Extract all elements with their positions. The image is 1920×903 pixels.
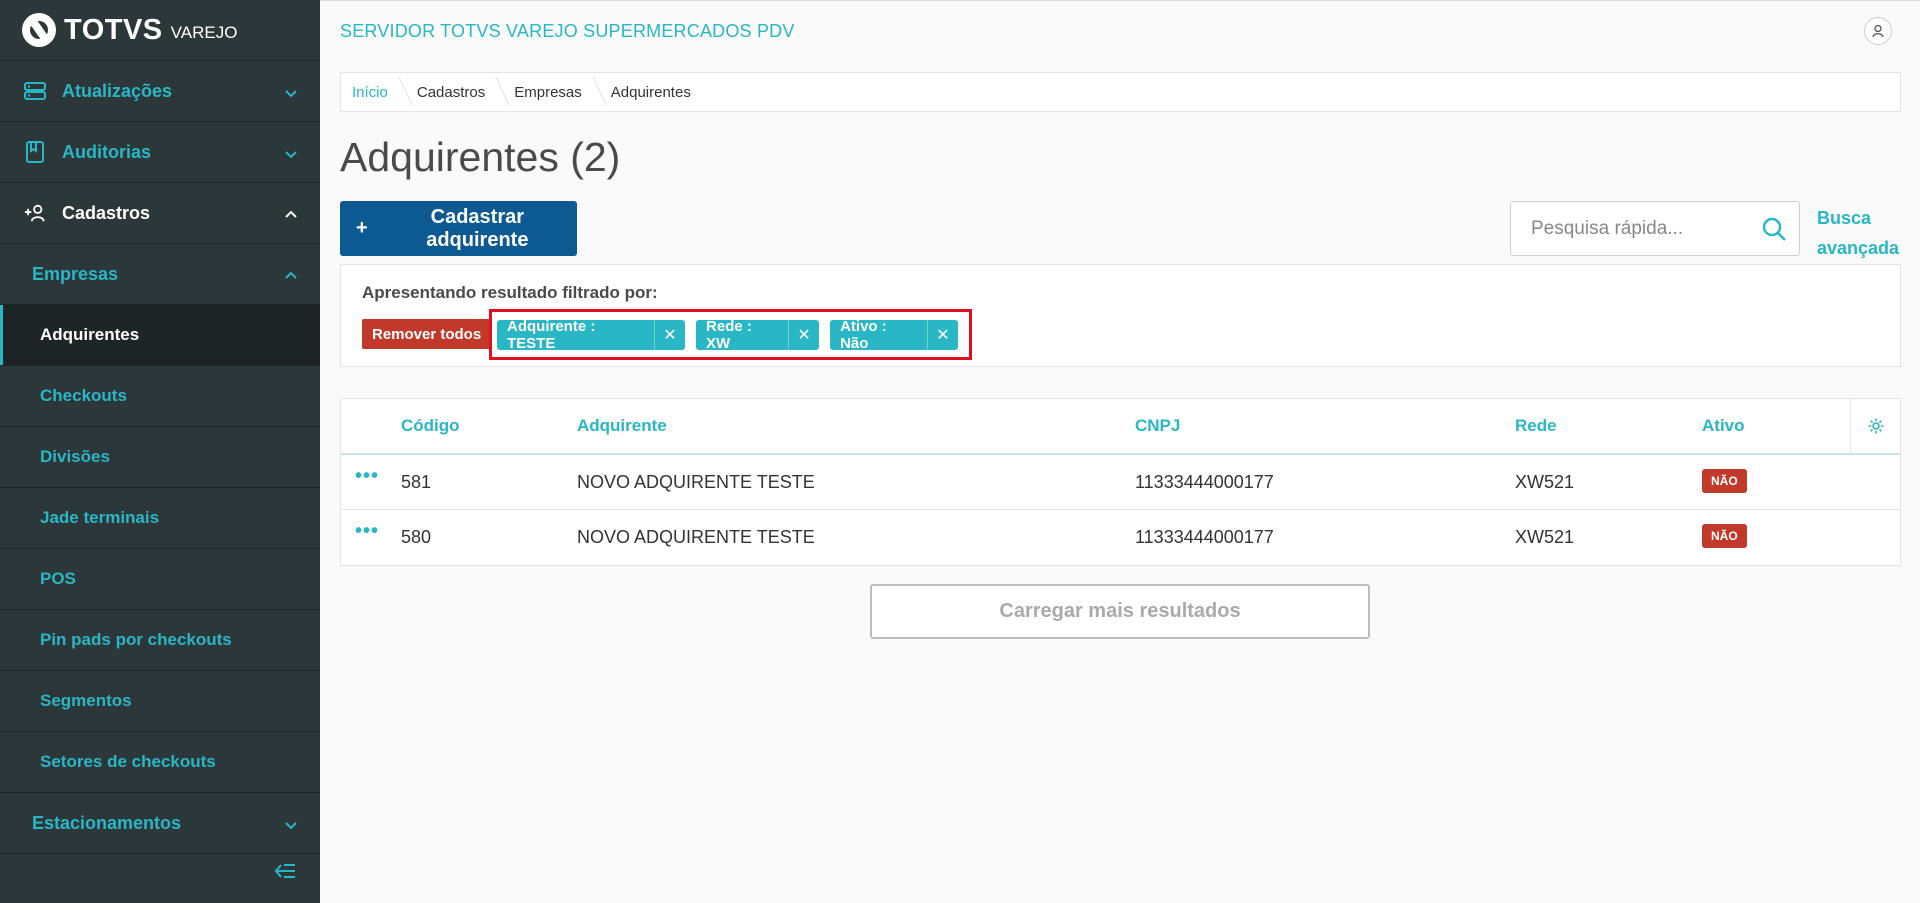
user-icon <box>1872 24 1884 38</box>
filter-chip-label: Adquirente : TESTE <box>507 317 596 352</box>
sidebar-item-label: Checkouts <box>40 386 127 405</box>
advanced-search-link[interactable]: Busca avançada <box>1817 203 1907 263</box>
sidebar-group-empresas[interactable]: Empresas <box>0 244 320 305</box>
chevron-down-icon <box>284 816 298 830</box>
breadcrumb: Início Cadastros Empresas Adquirentes <box>340 72 1901 112</box>
brand-logo[interactable]: TOTVS VAREJO <box>0 0 320 61</box>
filter-chip-rede: Rede : XW ✕ <box>696 317 820 352</box>
table-settings-button[interactable] <box>1850 399 1900 453</box>
advanced-search-label-1: Busca <box>1817 208 1872 228</box>
close-icon[interactable]: ✕ <box>653 319 685 350</box>
search-input[interactable] <box>1531 217 1751 240</box>
filter-caption: Apresentando resultado filtrado por: <box>362 283 658 302</box>
column-cnpj[interactable]: CNPJ <box>1135 416 1180 436</box>
chevron-down-icon <box>284 84 298 98</box>
sidebar-item-label: Pin pads por checkouts <box>40 630 232 649</box>
status-badge: NÃO <box>1702 524 1747 548</box>
filter-chip-label: Ativo : Não <box>840 317 887 352</box>
breadcrumb-inicio[interactable]: Início <box>341 73 406 111</box>
sidebar-item-label: Segmentos <box>40 691 132 710</box>
topbar: SERVIDOR TOTVS VAREJO SUPERMERCADOS PDV <box>320 0 1920 61</box>
app-root: TOTVS VAREJO Atualizações Auditorias Cad… <box>0 0 1920 903</box>
row-actions-button[interactable]: ••• <box>355 520 379 543</box>
row-actions-button[interactable]: ••• <box>355 465 379 488</box>
sidebar-item-auditorias[interactable]: Auditorias <box>0 122 320 183</box>
sidebar-item-label: Jade terminais <box>40 508 160 527</box>
table-row: ••• 580 NOVO ADQUIRENTE TESTE 1133344400… <box>341 510 1900 565</box>
filter-chip-ativo: Ativo : Não ✕ <box>830 317 958 352</box>
advanced-search-label-2: avançada <box>1817 238 1900 258</box>
collapse-sidebar-button[interactable] <box>0 843 320 903</box>
sidebar-item-label: POS <box>40 569 76 588</box>
server-title: SERVIDOR TOTVS VAREJO SUPERMERCADOS PDV <box>340 20 795 41</box>
filter-chip-adquirente: Adquirente : TESTE ✕ <box>497 317 686 352</box>
cell-codigo: 580 <box>401 527 432 547</box>
sidebar-item-setores-checkouts[interactable]: Setores de checkouts <box>0 732 320 793</box>
gear-icon <box>1868 418 1883 434</box>
adquirentes-table: Código Adquirente CNPJ Rede Ativo ••• 58… <box>340 398 1901 566</box>
column-ativo[interactable]: Ativo <box>1702 416 1745 436</box>
sidebar-item-label: Adquirentes <box>40 325 140 344</box>
breadcrumb-cadastros[interactable]: Cadastros <box>406 73 503 111</box>
server-icon <box>24 80 46 102</box>
sidebar-item-label: Cadastros <box>62 202 151 223</box>
column-codigo[interactable]: Código <box>401 416 460 436</box>
chevron-up-icon <box>284 206 298 220</box>
cell-adquirente: NOVO ADQUIRENTE TESTE <box>577 527 815 547</box>
remove-all-filters-button[interactable]: Remover todos <box>362 319 492 349</box>
page-title: Adquirentes (2) <box>340 134 621 180</box>
sidebar-group-label: Estacionamentos <box>32 812 182 833</box>
totvs-logo-icon <box>22 13 56 47</box>
add-user-icon <box>24 202 46 224</box>
sidebar-item-divisoes[interactable]: Divisões <box>0 427 320 488</box>
cell-cnpj: 11333444000177 <box>1135 527 1274 547</box>
column-rede[interactable]: Rede <box>1515 416 1557 436</box>
sidebar-item-atualizacoes[interactable]: Atualizações <box>0 61 320 122</box>
table-header: Código Adquirente CNPJ Rede Ativo <box>341 399 1900 455</box>
sidebar-item-segmentos[interactable]: Segmentos <box>0 671 320 732</box>
book-icon <box>24 141 46 163</box>
cell-rede: XW521 <box>1515 527 1575 547</box>
cell-adquirente: NOVO ADQUIRENTE TESTE <box>577 472 815 492</box>
load-more-button[interactable]: Carregar mais resultados <box>870 584 1370 639</box>
sidebar-item-label: Setores de checkouts <box>40 752 216 771</box>
breadcrumb-adquirentes: Adquirentes <box>610 83 691 101</box>
brand-name: TOTVS <box>64 13 163 46</box>
sidebar-item-label: Divisões <box>40 447 110 466</box>
sidebar: TOTVS VAREJO Atualizações Auditorias Cad… <box>0 0 320 903</box>
collapse-menu-icon <box>274 862 296 885</box>
chevron-up-icon <box>284 267 298 281</box>
add-button-label: Cadastrar adquirente <box>426 205 529 251</box>
status-badge: NÃO <box>1702 469 1747 493</box>
sidebar-item-label: Atualizações <box>62 80 173 101</box>
cell-cnpj: 11333444000177 <box>1135 472 1274 492</box>
plus-icon: + <box>356 217 368 239</box>
sidebar-item-pin-pads[interactable]: Pin pads por checkouts <box>0 610 320 671</box>
sidebar-group-label: Empresas <box>32 263 119 284</box>
column-adquirente[interactable]: Adquirente <box>577 416 667 436</box>
table-row: ••• 581 NOVO ADQUIRENTE TESTE 1133344400… <box>341 455 1900 510</box>
main-content: SERVIDOR TOTVS VAREJO SUPERMERCADOS PDV … <box>320 0 1920 903</box>
add-adquirente-button[interactable]: + Cadastrar adquirente <box>340 201 577 256</box>
search-icon[interactable] <box>1761 216 1787 247</box>
quick-search <box>1510 201 1800 256</box>
sidebar-item-jade-terminais[interactable]: Jade terminais <box>0 488 320 549</box>
user-menu-button[interactable] <box>1864 17 1892 45</box>
active-filters-highlight: Adquirente : TESTE ✕ Rede : XW ✕ Ativo :… <box>489 309 972 360</box>
brand-product: VAREJO <box>170 23 238 42</box>
close-icon[interactable]: ✕ <box>788 319 819 350</box>
close-icon[interactable]: ✕ <box>926 319 958 350</box>
cell-codigo: 581 <box>401 472 432 492</box>
sidebar-item-cadastros[interactable]: Cadastros <box>0 183 320 244</box>
filter-panel: Apresentando resultado filtrado por: Rem… <box>340 264 1901 367</box>
sidebar-item-adquirentes[interactable]: Adquirentes <box>0 305 320 366</box>
chevron-down-icon <box>284 145 298 159</box>
filter-chip-label: Rede : XW <box>706 317 752 352</box>
sidebar-item-pos[interactable]: POS <box>0 549 320 610</box>
cell-rede: XW521 <box>1515 472 1575 492</box>
breadcrumb-empresas[interactable]: Empresas <box>503 73 600 111</box>
sidebar-item-label: Auditorias <box>62 141 152 162</box>
sidebar-item-checkouts[interactable]: Checkouts <box>0 366 320 427</box>
